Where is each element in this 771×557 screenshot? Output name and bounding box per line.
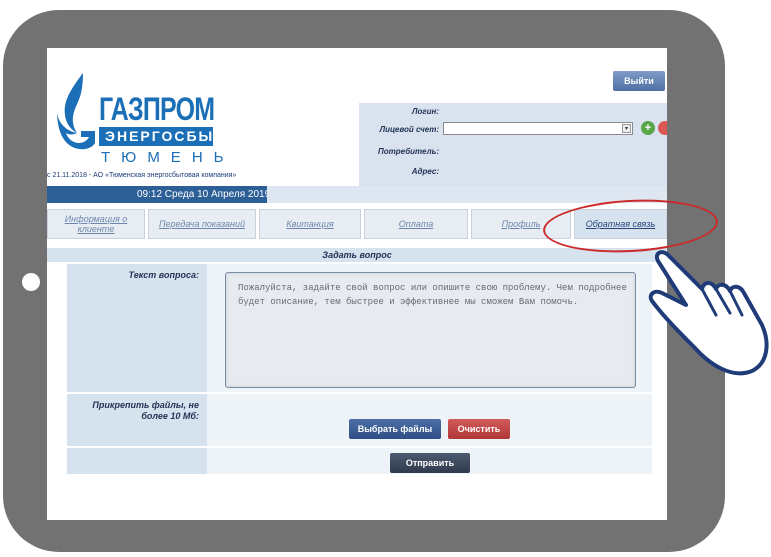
send-label-cell xyxy=(67,448,207,474)
hand-pointer-icon xyxy=(648,250,769,376)
choose-files-button[interactable]: Выбрать файлы xyxy=(349,419,441,439)
brand-subtitle: ЭНЕРГОСБЫТ xyxy=(99,127,223,146)
tab-meter-readings[interactable]: Передача показаний xyxy=(148,209,256,239)
tab-receipt[interactable]: Квитанция xyxy=(259,209,361,239)
date-bar-fill xyxy=(267,186,667,203)
tablet-mockup: ГАЗПРОМ ЭНЕРГОСБЫТ ТЮМЕНЬ с 21.11.2018 -… xyxy=(0,0,771,557)
question-textarea[interactable]: Пожалуйста, задайте свой вопрос или опиш… xyxy=(225,272,636,388)
login-label: Логин: xyxy=(411,107,439,116)
account-select[interactable]: ▾ xyxy=(443,122,633,135)
brand-city: ТЮМЕНЬ xyxy=(101,149,235,166)
clear-button[interactable]: Очистить xyxy=(448,419,510,439)
dropdown-arrow-icon: ▾ xyxy=(622,124,631,133)
tab-client-info[interactable]: Информация о клиенте xyxy=(47,209,145,239)
tablet-home-button xyxy=(22,273,40,291)
question-placeholder: Пожалуйста, задайте свой вопрос или опиш… xyxy=(238,283,627,307)
remove-icon[interactable] xyxy=(658,121,667,135)
date-bar: 09:12 Среда 10 Апреля 2019 xyxy=(47,186,667,203)
question-label: Текст вопроса: xyxy=(128,270,199,280)
brand-name: ГАЗПРОМ xyxy=(99,91,215,127)
tablet-screen: ГАЗПРОМ ЭНЕРГОСБЫТ ТЮМЕНЬ с 21.11.2018 -… xyxy=(47,48,667,520)
company-notice: с 21.11.2018 - АО «Тюменская энергосбыто… xyxy=(47,172,237,179)
current-date: 09:12 Среда 10 Апреля 2019 xyxy=(137,189,271,200)
gazprom-logo[interactable]: ГАЗПРОМ ЭНЕРГОСБЫТ ТЮМЕНЬ xyxy=(53,71,224,171)
form-title: Задать вопрос xyxy=(322,250,392,260)
question-label-cell: Текст вопроса: xyxy=(67,264,207,392)
site-header: ГАЗПРОМ ЭНЕРГОСБЫТ ТЮМЕНЬ с 21.11.2018 -… xyxy=(47,48,667,186)
consumer-label: Потребитель: xyxy=(378,147,439,156)
tab-payment[interactable]: Оплата xyxy=(364,209,468,239)
logout-button[interactable]: Выйти xyxy=(613,71,665,91)
attach-label: Прикрепить файлы, не более 10 Мб: xyxy=(92,400,199,421)
send-button[interactable]: Отправить xyxy=(390,453,470,473)
gazprom-flame-logo xyxy=(57,73,95,150)
account-info-panel: Логин: Лицевой счет: ▾ + Потребитель: Ад… xyxy=(359,103,667,186)
add-icon[interactable]: + xyxy=(641,121,655,135)
form-title-bar: Задать вопрос xyxy=(47,248,667,262)
attach-label-cell: Прикрепить файлы, не более 10 Мб: xyxy=(67,394,207,446)
address-label: Адрес: xyxy=(411,167,439,176)
account-label: Лицевой счет: xyxy=(379,125,439,134)
